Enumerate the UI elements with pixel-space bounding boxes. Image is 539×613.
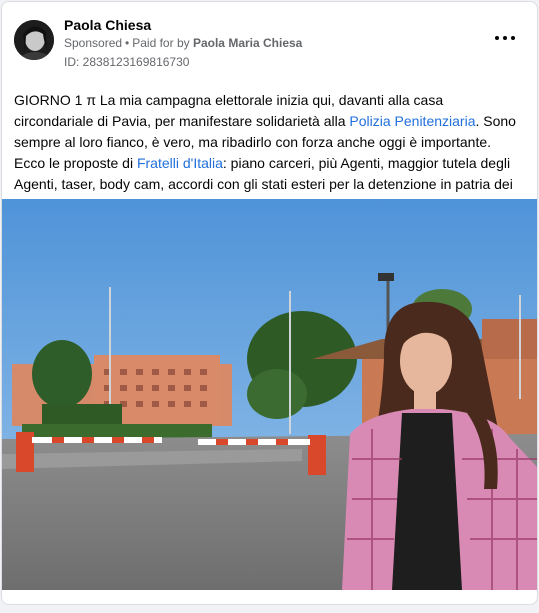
link-polizia-penitenziaria[interactable]: Polizia Penitenziaria <box>349 113 475 129</box>
post-header: Paola Chiesa Sponsored • Paid for by Paola… <box>2 2 537 82</box>
more-options-icon[interactable] <box>495 32 515 44</box>
author-name[interactable]: Paola Chiesa <box>64 17 151 33</box>
paid-for-prefix: Paid for by <box>132 36 190 50</box>
sponsor-line: Sponsored • Paid for by Paola Maria Chiesa <box>64 36 302 50</box>
post-text: GIORNO 1 π La mia campagna elettorale in… <box>14 90 526 216</box>
author-avatar[interactable] <box>14 20 54 60</box>
separator-dot: • <box>125 36 130 50</box>
sponsored-label[interactable]: Sponsored <box>64 36 122 50</box>
post-photo[interactable] <box>2 199 537 590</box>
paid-for-name: Paola Maria Chiesa <box>192 36 303 50</box>
ad-post-card: Paola Chiesa Sponsored • Paid for by Paola… <box>1 1 538 605</box>
ad-id: ID: 2838123169816730 <box>64 55 190 69</box>
link-fratelli-ditalia[interactable]: Fratelli d'Italia <box>137 155 223 171</box>
